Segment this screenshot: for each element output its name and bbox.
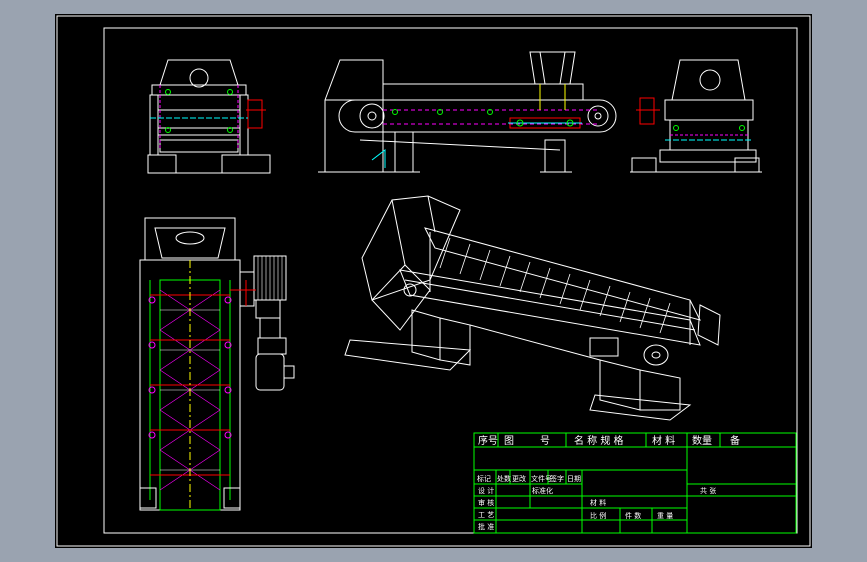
tb-quantity: 数量 [692,434,712,447]
tb-rev-doc: 文件号 [531,474,552,483]
tb-rev-count: 处数 [497,474,511,483]
tb-drawing-no: 图 [504,435,514,447]
tb-weight-label: 重 量 [657,512,673,520]
tb-seq: 序号 [478,434,498,447]
tb-drawing-no-2: 号 [540,435,550,447]
tb-design: 设 计 [478,486,494,495]
tb-rev-mark: 标记 [477,474,491,483]
cad-drawing-canvas: 序号 图 号 名 称 规 格 材 料 数量 备 标记 处数 更改 文件号 签字 … [55,14,812,548]
tb-approve: 批 准 [478,522,494,531]
tb-sheets-label: 共 张 [700,486,716,495]
tb-remark: 备 [730,434,740,447]
tb-scale-label: 比 例 [590,511,606,520]
tb-rev-date: 日期 [567,475,581,483]
tb-rev-sign: 签字 [550,474,564,483]
tb-rev-zone: 更改 [512,474,526,483]
tb-pieces-label: 件 数 [625,511,641,520]
tb-name-spec: 名 称 规 格 [574,434,624,447]
tb-material-label: 材 料 [590,498,606,507]
tb-standard: 标准化 [532,486,553,495]
tb-process: 工 艺 [478,511,494,519]
tb-check: 审 核 [478,498,494,507]
tb-material: 材 料 [652,434,675,447]
